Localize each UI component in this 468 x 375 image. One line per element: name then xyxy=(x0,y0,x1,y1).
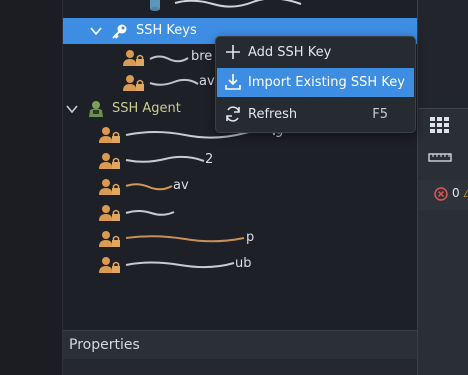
agent-key-suffix: av xyxy=(173,178,189,193)
agent-key-row[interactable]: ub xyxy=(63,252,417,278)
redacted-key-name xyxy=(149,55,189,63)
user-lock-icon xyxy=(99,205,120,221)
ssh-key-name-suffix: av xyxy=(199,74,215,89)
redacted-key-name xyxy=(149,78,199,86)
redacted-key-name xyxy=(125,183,173,191)
context-menu[interactable]: Add SSH Key Import Existing SSH Key Refr… xyxy=(215,36,416,133)
divider xyxy=(418,108,468,109)
properties-panel-header[interactable]: Properties xyxy=(63,330,417,359)
agent-key-row[interactable]: 2 xyxy=(63,148,417,174)
menu-item-label: Import Existing SSH Key xyxy=(248,75,405,90)
right-side-panel: 0 ⚠ xyxy=(417,0,468,375)
properties-panel-body xyxy=(63,359,417,375)
redacted-host-text xyxy=(174,0,302,8)
refresh-icon xyxy=(226,106,240,122)
redacted-key-name xyxy=(125,155,205,163)
redacted-key-name xyxy=(125,235,245,243)
agent-icon xyxy=(89,101,103,117)
menu-item-refresh[interactable]: Refresh F5 xyxy=(217,100,414,129)
grid-icon[interactable] xyxy=(430,117,450,135)
import-icon xyxy=(225,74,241,90)
redacted-key-name xyxy=(125,261,235,269)
agent-key-row[interactable] xyxy=(63,200,417,226)
ssh-keys-label: SSH Keys xyxy=(136,23,197,38)
redacted-key-name xyxy=(125,210,175,216)
user-lock-icon xyxy=(123,75,144,91)
chevron-down-icon[interactable] xyxy=(66,104,78,114)
user-lock-icon xyxy=(99,179,120,195)
status-indicators[interactable]: 0 ⚠ xyxy=(418,180,468,210)
agent-key-row[interactable]: p xyxy=(63,226,417,252)
properties-title: Properties xyxy=(69,337,140,353)
agent-key-row[interactable]: av xyxy=(63,174,417,200)
user-lock-icon xyxy=(99,153,120,169)
key-icon xyxy=(112,24,127,39)
right-panel-top xyxy=(418,0,468,108)
chevron-down-icon[interactable] xyxy=(90,26,102,36)
ssh-agent-label: SSH Agent xyxy=(112,101,181,116)
error-count: 0 xyxy=(452,186,460,200)
user-lock-icon xyxy=(99,127,120,143)
tree-row-partial[interactable] xyxy=(63,0,417,16)
database-icon xyxy=(150,0,160,11)
menu-item-import-existing-ssh-key[interactable]: Import Existing SSH Key xyxy=(217,68,414,97)
agent-key-suffix: ub xyxy=(235,256,252,271)
left-gutter xyxy=(0,0,63,375)
user-lock-icon xyxy=(99,257,120,273)
error-icon xyxy=(434,187,448,201)
ssh-key-name-suffix: bre xyxy=(191,49,213,64)
menu-item-label: Add SSH Key xyxy=(248,45,332,60)
menu-item-label: Refresh xyxy=(248,107,298,122)
agent-key-suffix: p xyxy=(246,230,255,245)
plus-icon xyxy=(226,45,240,59)
user-lock-icon xyxy=(123,50,144,66)
menu-item-add-ssh-key[interactable]: Add SSH Key xyxy=(217,38,414,67)
menu-item-shortcut: F5 xyxy=(372,107,388,122)
warning-icon: ⚠ xyxy=(463,186,468,200)
user-lock-icon xyxy=(99,231,120,247)
agent-key-suffix: 2 xyxy=(205,152,214,167)
ruler-icon[interactable] xyxy=(428,151,452,163)
